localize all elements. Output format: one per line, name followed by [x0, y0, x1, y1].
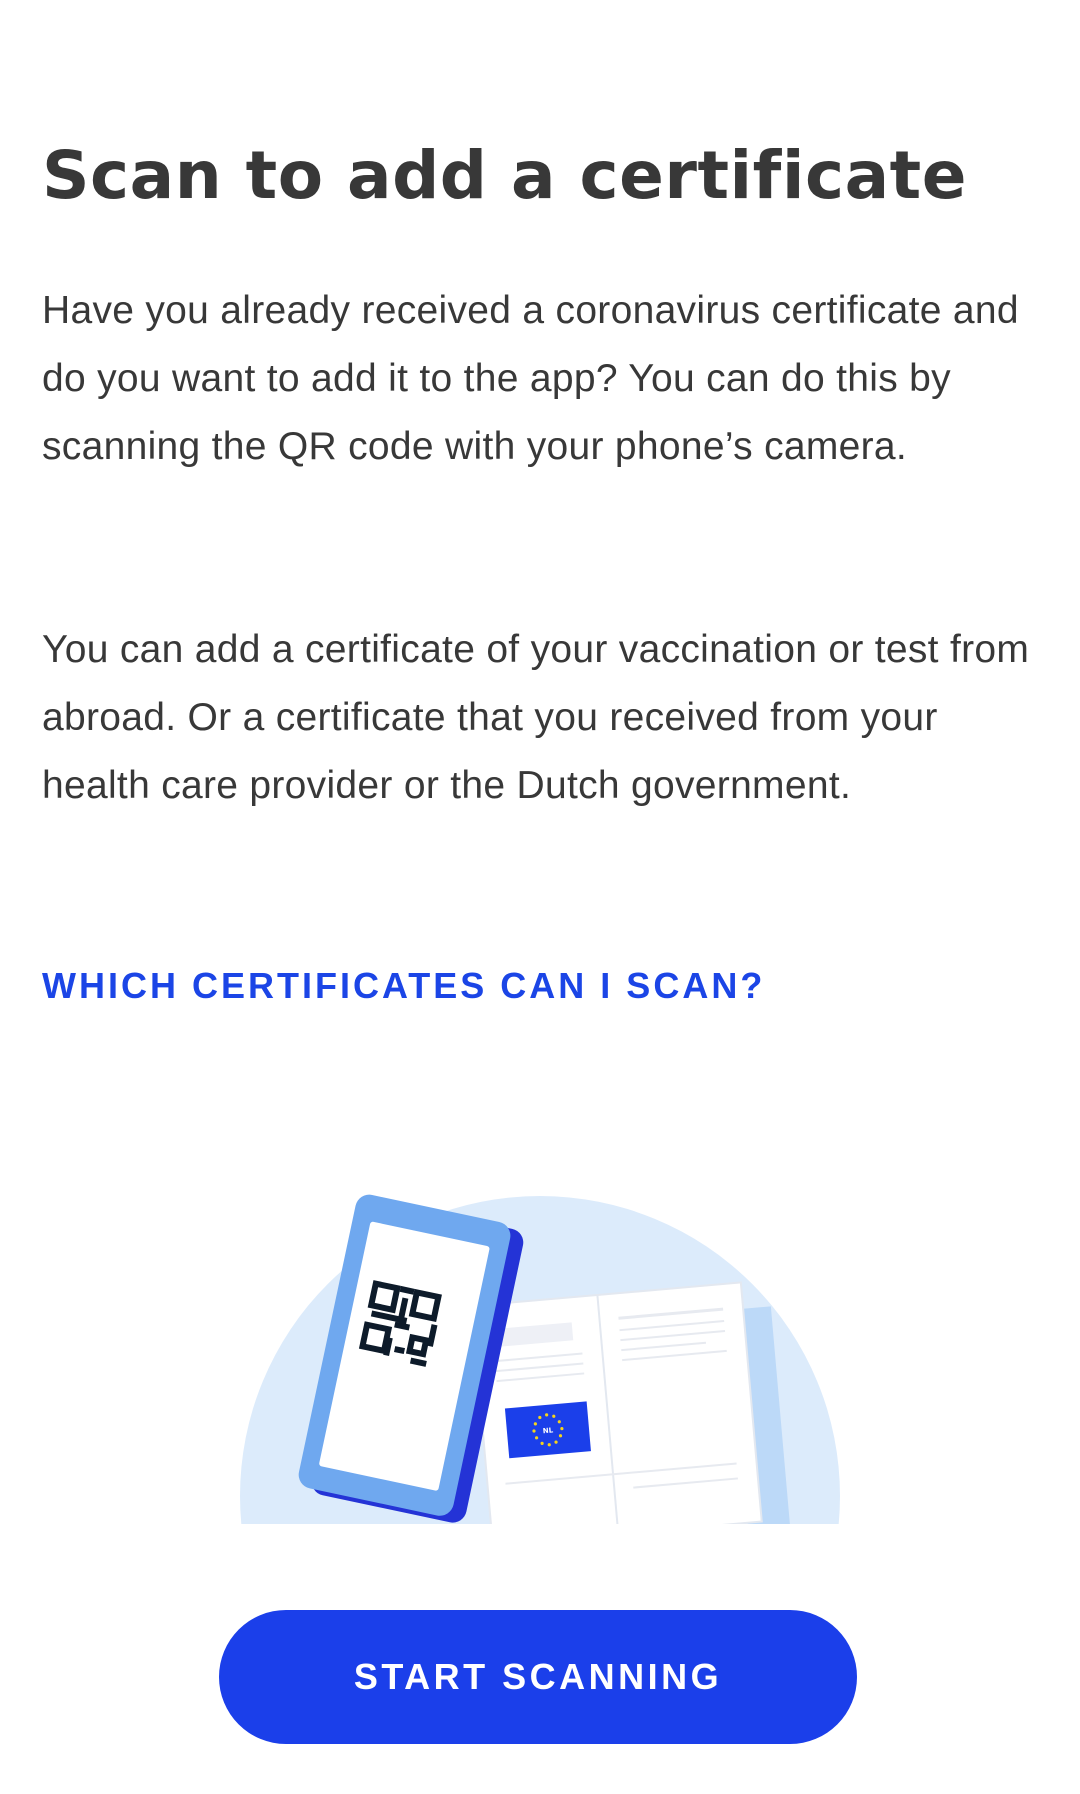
scan-illustration: NL — [234, 1190, 846, 1524]
eu-flag-icon: NL — [504, 1401, 591, 1459]
intro-paragraph: Have you already received a coronavirus … — [42, 289, 1019, 468]
flag-label: NL — [543, 1426, 555, 1435]
page-title: Scan to add a certificate — [42, 137, 967, 214]
certificate-document-icon: NL — [470, 1281, 791, 1524]
info-paragraph: You can add a certificate of your vaccin… — [42, 628, 1030, 807]
which-certificates-link[interactable]: WHICH CERTIFICATES CAN I SCAN? — [42, 958, 765, 1014]
start-scanning-button[interactable]: START SCANNING — [219, 1610, 857, 1744]
